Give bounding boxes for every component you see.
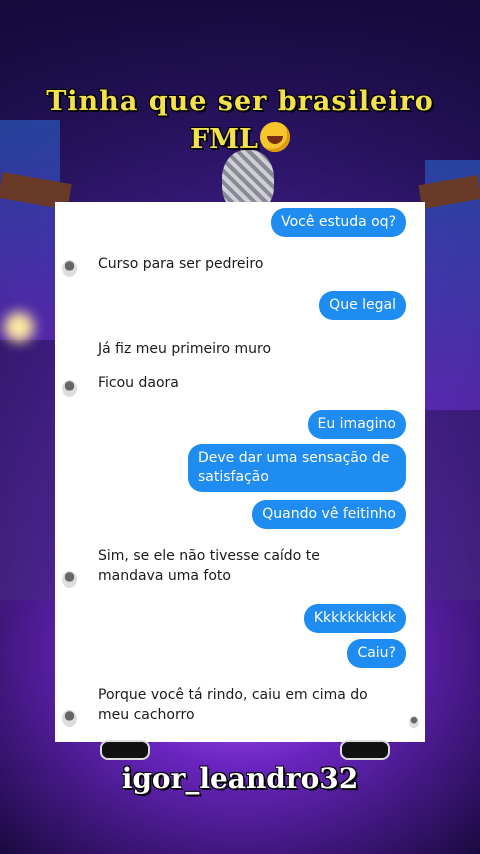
rolling-on-floor-laughing-emoji-icon	[260, 122, 291, 152]
message-in: Porque você tá rindo, caiu em cima do me…	[98, 687, 368, 723]
chat-screenshot: Você estuda oq? Curso para ser pedreiro …	[55, 202, 425, 742]
caption-line-1: Tinha que ser brasileiro	[46, 86, 434, 117]
read-receipt-avatar	[409, 716, 419, 728]
contact-avatar	[62, 710, 77, 727]
message-out: Eu imagino	[307, 410, 406, 439]
contact-avatar	[62, 571, 77, 588]
message-out: Kkkkkkkkkk	[303, 604, 406, 633]
message-out: Você estuda oq?	[271, 208, 406, 237]
message-in: Já fiz meu primeiro muro	[98, 341, 272, 357]
message-out: Caiu?	[347, 639, 406, 668]
background-figure-shoe-right	[340, 740, 390, 760]
contact-avatar	[62, 380, 77, 397]
message-in: Sim, se ele não tivesse caído te mandava…	[98, 548, 320, 584]
contact-avatar	[62, 260, 77, 277]
background-figure-shoe-left	[100, 740, 150, 760]
background-light	[4, 312, 34, 342]
message-out: Deve dar uma sensação de satisfação	[188, 444, 406, 492]
message-out: Que legal	[319, 291, 406, 320]
message-out: Quando vê feitinho	[252, 500, 406, 529]
message-in: Curso para ser pedreiro	[98, 256, 264, 272]
message-in: Ficou daora	[98, 375, 179, 391]
caption-line-2: FML	[0, 122, 480, 155]
watermark-username: igor_leandro32	[121, 762, 359, 795]
caption-line-2-text: FML	[189, 124, 259, 155]
